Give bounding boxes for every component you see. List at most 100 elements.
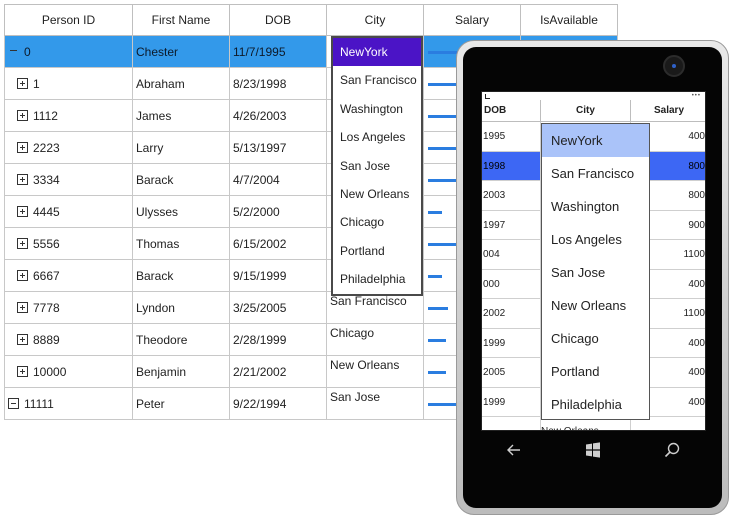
salary-bar: [428, 115, 456, 118]
cell-person-id: 5556: [4, 228, 132, 260]
phone-nav-bar: [481, 431, 706, 471]
expand-icon[interactable]: [17, 334, 28, 345]
phone-city-option[interactable]: Philadelphia: [542, 388, 649, 421]
city-option[interactable]: San Jose: [333, 152, 421, 180]
cell-dob: 9/22/1994: [229, 388, 326, 420]
city-option[interactable]: Portland: [333, 237, 421, 265]
windows-start-icon[interactable]: [583, 440, 603, 460]
salary-bar: [428, 83, 456, 86]
cell-city[interactable]: San Jose: [326, 388, 423, 420]
expand-icon[interactable]: [17, 110, 28, 121]
cell-first-name: Thomas: [132, 228, 229, 260]
phone-column-header-dob[interactable]: DOB: [482, 100, 540, 122]
cell-first-name: Barack: [132, 260, 229, 292]
expand-icon[interactable]: [17, 238, 28, 249]
phone-city-option[interactable]: Chicago: [542, 322, 649, 355]
collapse-icon[interactable]: [8, 398, 19, 409]
column-header-person-id[interactable]: Person ID: [4, 4, 132, 36]
cell-person-id: 3334: [4, 164, 132, 196]
phone-city-option[interactable]: Portland: [542, 355, 649, 388]
salary-bar: [428, 211, 442, 214]
expand-icon[interactable]: [17, 366, 28, 377]
expand-icon[interactable]: [17, 302, 28, 313]
phone-city-option[interactable]: Washington: [542, 190, 649, 223]
person-id-value: 8889: [33, 333, 60, 347]
city-option[interactable]: San Francisco: [333, 66, 421, 94]
cell-dob: 9/15/1999: [229, 260, 326, 292]
cell-city[interactable]: New Orleans: [326, 356, 423, 388]
phone-device: ••• DOB City Salary 1995 400 1998 800 2003 80…: [456, 40, 729, 515]
column-header-first-name[interactable]: First Name: [132, 4, 229, 36]
collapse-icon[interactable]: [8, 46, 19, 57]
person-id-value: 5556: [33, 237, 60, 251]
phone-cell-dob: 1999: [482, 329, 540, 358]
phone-cell-dob: 1997: [482, 211, 540, 240]
cell-dob: 3/25/2005: [229, 292, 326, 324]
column-header-isavailable[interactable]: IsAvailable: [520, 4, 618, 36]
expand-icon[interactable]: [17, 174, 28, 185]
phone-column-header-city[interactable]: City: [540, 100, 630, 122]
camera-icon: [663, 55, 685, 77]
cell-dob: 5/13/1997: [229, 132, 326, 164]
person-id-value: 2223: [33, 141, 60, 155]
person-id-value: 1: [33, 77, 40, 91]
salary-bar: [428, 147, 456, 150]
phone-column-header-salary[interactable]: Salary: [630, 100, 705, 122]
cell-first-name: Abraham: [132, 68, 229, 100]
column-header-salary[interactable]: Salary: [423, 4, 520, 36]
back-arrow-icon[interactable]: [504, 440, 524, 460]
search-icon[interactable]: [662, 440, 682, 460]
city-option[interactable]: Washington: [333, 95, 421, 123]
cell-dob: 2/28/1999: [229, 324, 326, 356]
column-header-city[interactable]: City: [326, 4, 423, 36]
phone-cell-dob: 1998: [482, 151, 540, 181]
phone-cell-dob: 1999: [482, 388, 540, 417]
phone-city-option[interactable]: San Jose: [542, 256, 649, 289]
phone-cell-dob: 000: [482, 270, 540, 299]
expand-icon[interactable]: [17, 206, 28, 217]
person-id-value: 3334: [33, 173, 60, 187]
column-header-dob[interactable]: DOB: [229, 4, 326, 36]
salary-bar: [428, 339, 446, 342]
cell-dob: 5/2/2000: [229, 196, 326, 228]
cell-city[interactable]: San Francisco: [326, 292, 423, 324]
cell-first-name: Larry: [132, 132, 229, 164]
phone-cell-dob: 2002: [482, 299, 540, 329]
cell-person-id: 8889: [4, 324, 132, 356]
salary-bar: [428, 51, 458, 54]
city-dropdown-list[interactable]: NewYork San Francisco Washington Los Angele…: [331, 36, 423, 296]
city-option[interactable]: Philadelphia: [333, 265, 421, 293]
cell-person-id: 0: [4, 36, 132, 68]
phone-city-option[interactable]: San Francisco: [542, 157, 649, 190]
phone-city-option[interactable]: Los Angeles: [542, 223, 649, 256]
cell-dob: 4/7/2004: [229, 164, 326, 196]
phone-city-dropdown-list[interactable]: NewYork San Francisco Washington Los Angele…: [541, 123, 650, 420]
cell-person-id: 1112: [4, 100, 132, 132]
cell-person-id: 10000: [4, 356, 132, 388]
salary-bar: [428, 307, 448, 310]
expand-icon[interactable]: [17, 78, 28, 89]
salary-bar: [428, 179, 456, 182]
city-option[interactable]: NewYork: [333, 38, 421, 67]
cell-dob: 11/7/1995: [229, 36, 326, 68]
phone-city-option[interactable]: NewYork: [542, 124, 649, 157]
cell-person-id: 7778: [4, 292, 132, 324]
phone-city-option[interactable]: New Orleans: [542, 289, 649, 322]
city-option[interactable]: Los Angeles: [333, 123, 421, 151]
city-option[interactable]: New Orleans: [333, 180, 421, 208]
person-id-value: 1112: [33, 109, 58, 123]
expand-icon[interactable]: [17, 142, 28, 153]
expand-icon[interactable]: [17, 270, 28, 281]
cell-person-id: 2223: [4, 132, 132, 164]
cell-person-id: 4445: [4, 196, 132, 228]
salary-bar: [428, 403, 456, 406]
person-id-value: 10000: [33, 365, 67, 379]
cell-city[interactable]: Chicago: [326, 324, 423, 356]
cell-first-name: Lyndon: [132, 292, 229, 324]
status-dots-icon: •••: [691, 93, 701, 99]
cell-first-name: Chester: [132, 36, 229, 68]
cell-first-name: Barack: [132, 164, 229, 196]
cell-person-id: 1: [4, 68, 132, 100]
signal-icon: [485, 94, 490, 99]
city-option[interactable]: Chicago: [333, 208, 421, 236]
